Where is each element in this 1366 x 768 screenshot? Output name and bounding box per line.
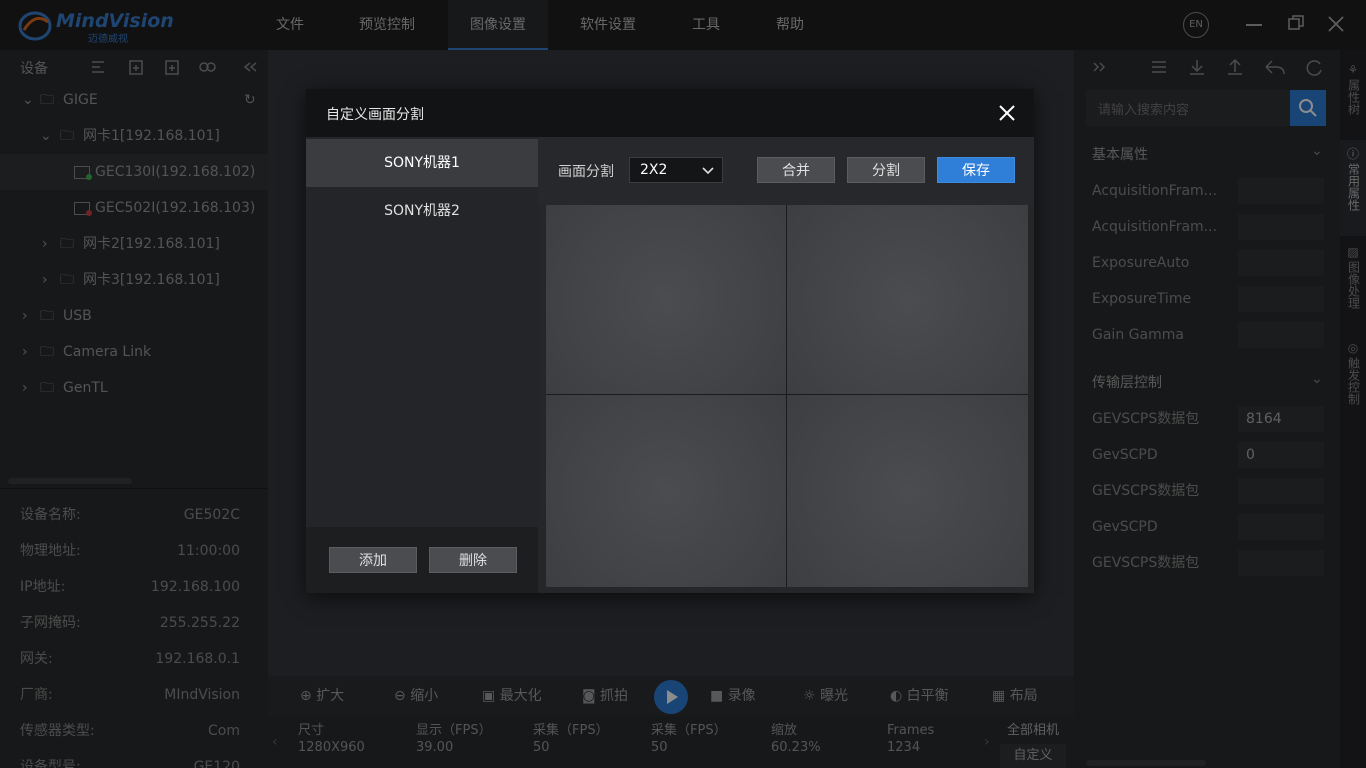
split-cell-1[interactable] — [546, 205, 786, 394]
list-item-sony1[interactable]: SONY机器1 — [306, 139, 538, 187]
custom-split-dialog: 自定义画面分割 SONY机器1 SONY机器2 添加 删除 画面分割 2X2 合… — [306, 89, 1034, 593]
split-label: 画面分割 — [558, 164, 614, 180]
dialog-header: 自定义画面分割 — [306, 89, 1034, 137]
camera-list: SONY机器1 SONY机器2 添加 删除 — [306, 137, 538, 593]
add-button[interactable]: 添加 — [329, 547, 417, 573]
save-button[interactable]: 保存 — [937, 157, 1015, 183]
split-select-value: 2X2 — [640, 162, 668, 178]
split-cell-4[interactable] — [787, 395, 1028, 587]
dialog-title: 自定义画面分割 — [326, 107, 424, 123]
close-icon[interactable] — [998, 104, 1016, 122]
merge-button[interactable]: 合并 — [757, 157, 835, 183]
chevron-down-icon — [702, 167, 714, 175]
split-cell-2[interactable] — [787, 205, 1028, 394]
delete-button[interactable]: 删除 — [429, 547, 517, 573]
list-item-sony2[interactable]: SONY机器2 — [306, 187, 538, 235]
split-button[interactable]: 分割 — [847, 157, 925, 183]
split-cell-3[interactable] — [546, 395, 786, 587]
split-grid — [546, 205, 1028, 587]
split-select[interactable]: 2X2 — [629, 157, 723, 183]
split-editor: 画面分割 2X2 合并 分割 保存 — [538, 137, 1034, 593]
